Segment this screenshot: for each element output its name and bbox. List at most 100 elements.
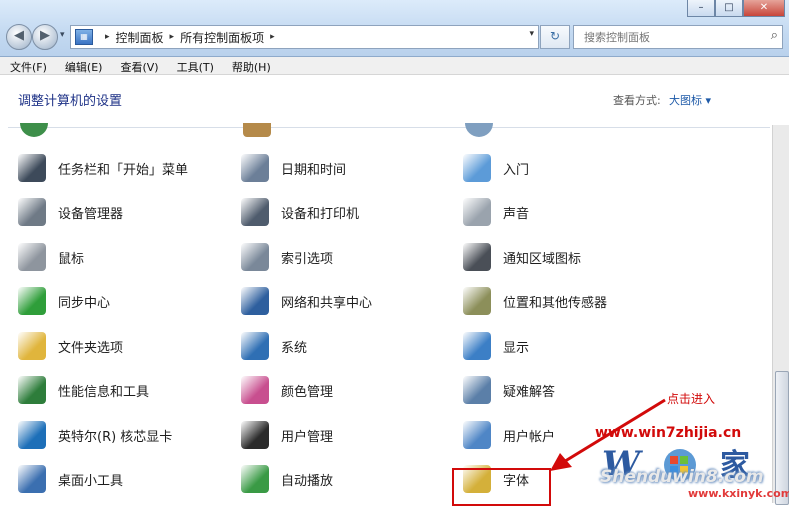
control-panel-item[interactable]: 用户管理 [241,418,333,452]
control-panel-item[interactable]: 颜色管理 [241,373,333,407]
item-label: 设备和打印机 [281,206,360,222]
control-panel-item[interactable]: 文件夹选项 [18,329,123,363]
item-label: 网络和共享中心 [281,295,373,311]
view-by-dropdown[interactable]: 大图标 ▾ [669,92,711,108]
menu-file[interactable]: 文件(F) [0,57,55,74]
forward-button[interactable]: ▶ [32,24,58,50]
search-icon[interactable]: ⌕ [771,28,778,43]
item-label: 英特尔(R) 核芯显卡 [58,429,173,445]
partial-row-icon [243,123,271,137]
menu-edit[interactable]: 编辑(E) [55,57,111,74]
sensor-icon [463,287,491,315]
taskbar-icon [18,154,46,182]
item-label: 任务栏和「开始」菜单 [58,162,189,178]
breadcrumb-separator[interactable]: ▸ [270,32,275,42]
device-manager-icon [18,198,46,226]
breadcrumb-all-items[interactable]: 所有控制面板项 [180,29,264,46]
item-label: 声音 [503,206,530,222]
network-icon [241,287,269,315]
back-button[interactable]: ◀ [6,24,32,50]
index-icon [241,243,269,271]
control-panel-item[interactable]: 索引选项 [241,240,333,274]
annotation-text: 点击进入 [667,392,716,406]
clock-icon [241,154,269,182]
color-icon [241,376,269,404]
search-box[interactable]: ⌕ [573,25,783,49]
address-bar[interactable]: ▦ ▸ 控制面板 ▸ 所有控制面板项 ▸ ▾ [70,25,539,49]
item-label: 文件夹选项 [58,340,124,356]
control-panel-item[interactable]: 设备和打印机 [241,195,359,229]
troubleshoot-icon [463,376,491,404]
notification-icon [463,243,491,271]
mouse-icon [18,243,46,271]
control-panel-item[interactable]: 日期和时间 [241,151,346,185]
control-panel-item[interactable]: 同步中心 [18,284,110,318]
item-label: 同步中心 [58,295,111,311]
control-panel-item[interactable]: 设备管理器 [18,195,123,229]
watermark-site-3: www.kxinyk.com [688,487,789,500]
breadcrumb-separator[interactable]: ▸ [105,32,110,42]
search-input[interactable] [582,26,766,48]
highlight-box [452,468,551,506]
control-panel-item[interactable]: 位置和其他传感器 [463,284,607,318]
user-manage-icon [241,421,269,449]
item-label: 鼠标 [58,251,85,267]
maximize-button[interactable]: □ [715,0,743,17]
partial-row-icon [465,123,493,137]
scrollbar-thumb[interactable] [775,371,789,505]
breadcrumb-separator[interactable]: ▸ [170,32,175,42]
item-label: 用户管理 [281,429,334,445]
gadgets-icon [18,465,46,493]
minimize-button[interactable]: – [687,0,715,17]
watermark-site-2: Shenduwin8.com [600,467,764,487]
control-panel-icon: ▦ [75,29,93,45]
speaker-icon [463,198,491,226]
window-controls: – □ ✕ [687,0,785,17]
control-panel-item[interactable]: 鼠标 [18,240,84,274]
item-label: 自动播放 [281,473,334,489]
menu-help[interactable]: 帮助(H) [222,57,279,74]
control-panel-item[interactable]: 系统 [241,329,307,363]
control-panel-item[interactable]: 入门 [463,151,529,185]
menu-view[interactable]: 查看(V) [110,57,166,74]
recent-pages-dropdown[interactable]: ▾ [60,30,65,40]
item-label: 入门 [503,162,530,178]
control-panel-item[interactable]: 桌面小工具 [18,462,123,496]
control-panel-item[interactable]: 英特尔(R) 核芯显卡 [18,418,172,452]
folder-icon [18,332,46,360]
menu-bar: 文件(F) 编辑(E) 查看(V) 工具(T) 帮助(H) [0,57,789,75]
printer-icon [241,198,269,226]
control-panel-item[interactable]: 声音 [463,195,529,229]
refresh-button[interactable]: ↻ [540,25,570,49]
item-label: 日期和时间 [281,162,347,178]
item-label: 桌面小工具 [58,473,124,489]
user-accounts-icon [463,421,491,449]
close-button[interactable]: ✕ [743,0,785,17]
breadcrumb-control-panel[interactable]: 控制面板 [116,29,164,46]
control-panel-content: 调整计算机的设置 查看方式: 大图标 ▾ 任务栏和「开始」菜单 日期和时间 入门 设备… [0,75,789,506]
view-by-label: 查看方式: [613,94,661,107]
control-panel-item[interactable]: 显示 [463,329,529,363]
menu-tools[interactable]: 工具(T) [167,57,222,74]
item-label: 系统 [281,340,308,356]
item-label: 显示 [503,340,530,356]
item-label: 通知区域图标 [503,251,582,267]
autoplay-icon [241,465,269,493]
address-dropdown-icon[interactable]: ▾ [529,29,534,39]
partial-row-icon [20,123,48,137]
control-panel-item[interactable]: 自动播放 [241,462,333,496]
watermark-site-1: www.win7zhijia.cn [595,425,742,441]
intel-graphics-icon [18,421,46,449]
divider [8,127,770,128]
sync-icon [18,287,46,315]
control-panel-item[interactable]: 通知区域图标 [463,240,581,274]
item-label: 设备管理器 [58,206,124,222]
control-panel-item[interactable]: 任务栏和「开始」菜单 [18,151,188,185]
system-icon [241,332,269,360]
display-icon [463,332,491,360]
control-panel-item[interactable]: 性能信息和工具 [18,373,149,407]
item-label: 颜色管理 [281,384,334,400]
control-panel-item[interactable]: 网络和共享中心 [241,284,372,318]
getting-started-icon [463,154,491,182]
item-label: 性能信息和工具 [58,384,150,400]
